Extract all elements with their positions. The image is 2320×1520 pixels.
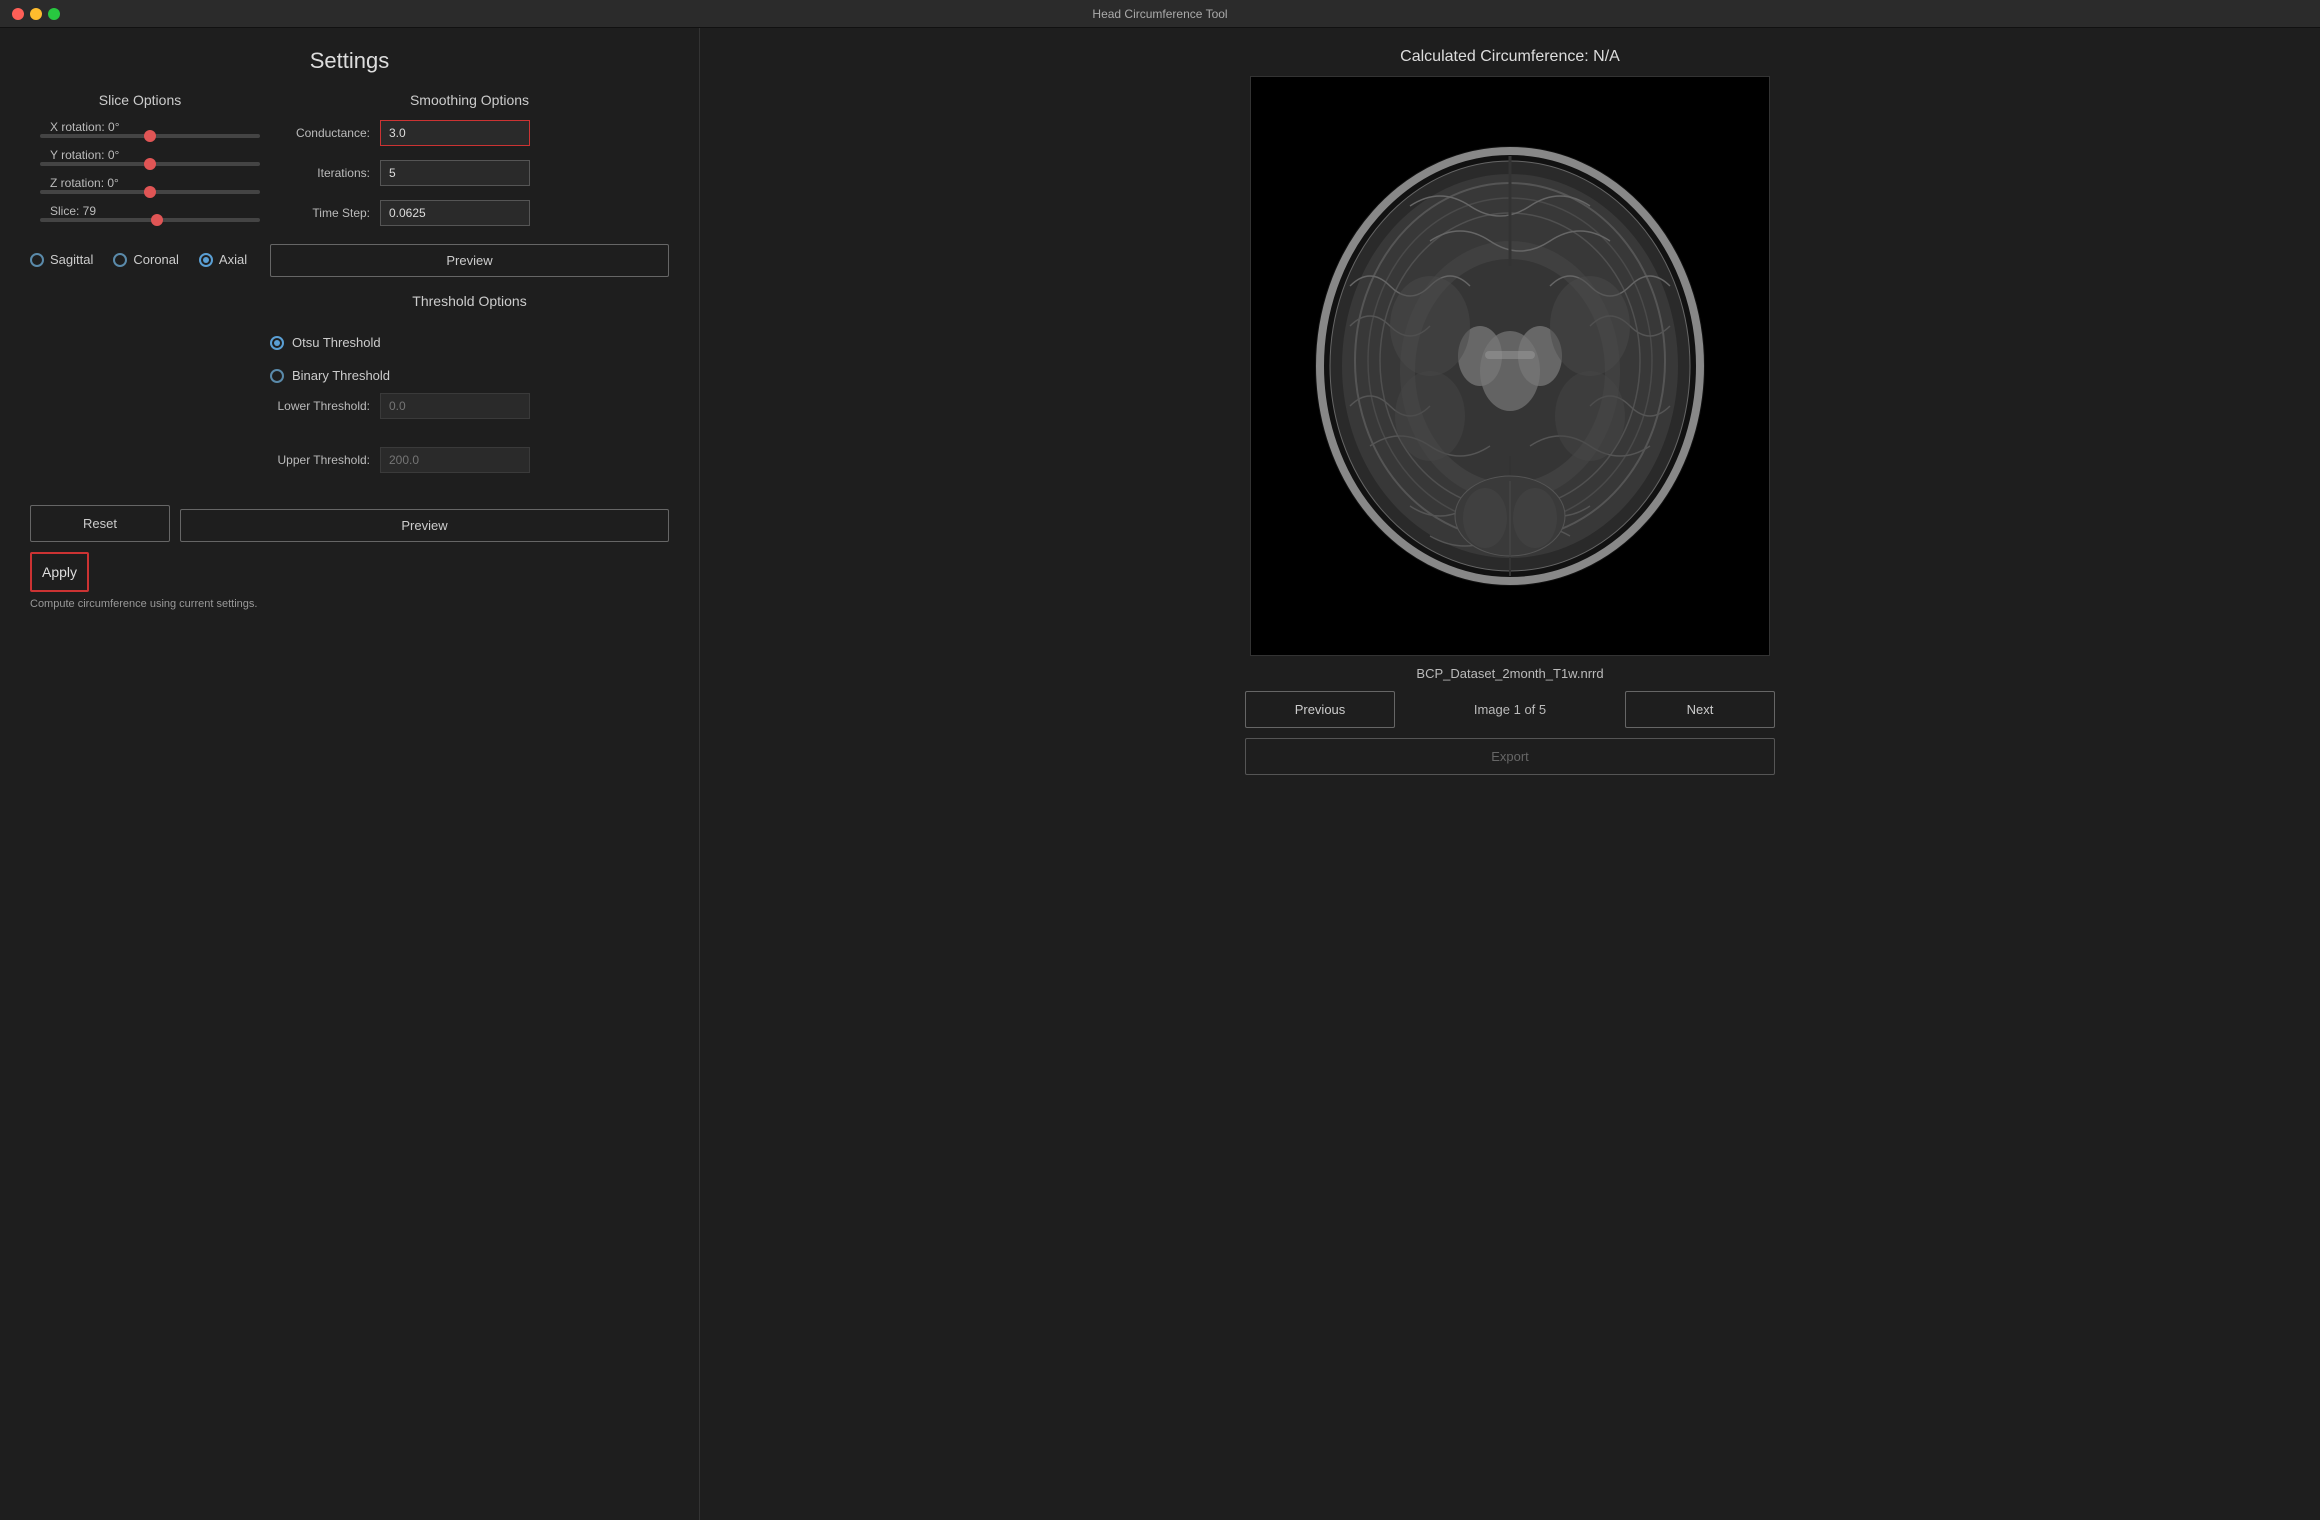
upper-threshold-input[interactable] bbox=[380, 447, 530, 473]
otsu-radio[interactable] bbox=[270, 336, 284, 350]
slice-section: X rotation: 0° Y rotation: 0° Z rotation… bbox=[30, 120, 250, 222]
timestep-row: Time Step: bbox=[270, 200, 669, 226]
traffic-lights bbox=[12, 8, 60, 20]
smoothing-title: Smoothing Options bbox=[270, 92, 669, 108]
coronal-label: Coronal bbox=[133, 252, 179, 267]
iterations-label: Iterations: bbox=[270, 166, 370, 180]
slice-options-title: Slice Options bbox=[30, 92, 250, 108]
otsu-label: Otsu Threshold bbox=[292, 335, 381, 350]
timestep-label: Time Step: bbox=[270, 206, 370, 220]
right-panel: Calculated Circumference: N/A bbox=[700, 28, 2320, 1520]
upper-threshold-row: Upper Threshold: bbox=[270, 447, 669, 473]
orientation-options: Sagittal Coronal Axial bbox=[30, 252, 250, 267]
left-panel: Settings Slice Options X rotation: 0° Y … bbox=[0, 28, 700, 1520]
slice-label: Slice: 79 bbox=[50, 204, 96, 218]
slider-item-x: X rotation: 0° bbox=[40, 120, 240, 138]
timestep-input[interactable] bbox=[380, 200, 530, 226]
titlebar: Head Circumference Tool bbox=[0, 0, 2320, 28]
y-rotation-thumb bbox=[144, 158, 156, 170]
binary-radio[interactable] bbox=[270, 369, 284, 383]
z-rotation-label: Z rotation: 0° bbox=[50, 176, 119, 190]
x-rotation-slider[interactable] bbox=[40, 134, 260, 138]
status-text: Compute circumference using current sett… bbox=[30, 598, 669, 610]
axial-radio[interactable] bbox=[199, 253, 213, 267]
navigation-row: Previous Image 1 of 5 Next bbox=[1245, 691, 1775, 728]
dataset-label: BCP_Dataset_2month_T1w.nrrd bbox=[1416, 666, 1603, 681]
binary-radio-row: Binary Threshold bbox=[270, 368, 669, 383]
previous-button[interactable]: Previous bbox=[1245, 691, 1395, 728]
conductance-input[interactable] bbox=[380, 120, 530, 146]
close-button[interactable] bbox=[12, 8, 24, 20]
threshold-title: Threshold Options bbox=[270, 293, 669, 309]
conductance-label: Conductance: bbox=[270, 126, 370, 140]
slider-item-z: Z rotation: 0° bbox=[40, 176, 240, 194]
next-button[interactable]: Next bbox=[1625, 691, 1775, 728]
lower-threshold-row: Lower Threshold: bbox=[270, 393, 669, 419]
otsu-radio-row: Otsu Threshold bbox=[270, 335, 669, 350]
slice-options: Slice Options X rotation: 0° Y rotation:… bbox=[30, 92, 250, 267]
axial-label: Axial bbox=[219, 252, 247, 267]
orientation-sagittal[interactable]: Sagittal bbox=[30, 252, 93, 267]
smoothing-preview-button[interactable]: Preview bbox=[270, 244, 669, 277]
upper-threshold-label: Upper Threshold: bbox=[270, 453, 370, 467]
preview-reset-row: Reset Preview bbox=[30, 505, 669, 542]
export-button[interactable]: Export bbox=[1245, 738, 1775, 775]
z-rotation-slider[interactable] bbox=[40, 190, 260, 194]
top-section: Slice Options X rotation: 0° Y rotation:… bbox=[30, 92, 669, 487]
sagittal-label: Sagittal bbox=[50, 252, 93, 267]
smoothing-options: Smoothing Options Conductance: Iteration… bbox=[270, 92, 669, 487]
threshold-options: Threshold Options Otsu Threshold Binary … bbox=[270, 293, 669, 473]
orientation-coronal[interactable]: Coronal bbox=[113, 252, 179, 267]
app-title: Head Circumference Tool bbox=[1092, 7, 1227, 21]
settings-title: Settings bbox=[30, 48, 669, 74]
slice-thumb bbox=[151, 214, 163, 226]
bottom-controls: Reset Preview Apply Compute circumferenc… bbox=[30, 497, 669, 610]
slice-slider[interactable] bbox=[40, 218, 260, 222]
iterations-row: Iterations: bbox=[270, 160, 669, 186]
iterations-input[interactable] bbox=[380, 160, 530, 186]
threshold-preview-button[interactable]: Preview bbox=[180, 509, 669, 542]
sagittal-radio[interactable] bbox=[30, 253, 44, 267]
apply-button[interactable]: Apply bbox=[30, 552, 89, 592]
binary-label: Binary Threshold bbox=[292, 368, 390, 383]
lower-threshold-label: Lower Threshold: bbox=[270, 399, 370, 413]
slider-item-slice: Slice: 79 bbox=[40, 204, 240, 222]
x-rotation-label: X rotation: 0° bbox=[50, 120, 120, 134]
main-layout: Settings Slice Options X rotation: 0° Y … bbox=[0, 28, 2320, 1520]
x-rotation-thumb bbox=[144, 130, 156, 142]
coronal-radio[interactable] bbox=[113, 253, 127, 267]
image-counter: Image 1 of 5 bbox=[1405, 702, 1615, 717]
reset-button[interactable]: Reset bbox=[30, 505, 170, 542]
maximize-button[interactable] bbox=[48, 8, 60, 20]
y-rotation-label: Y rotation: 0° bbox=[50, 148, 119, 162]
lower-threshold-input[interactable] bbox=[380, 393, 530, 419]
conductance-row: Conductance: bbox=[270, 120, 669, 146]
brain-mri-svg bbox=[1270, 86, 1750, 646]
y-rotation-slider[interactable] bbox=[40, 162, 260, 166]
circumference-title: Calculated Circumference: N/A bbox=[1400, 48, 1620, 66]
minimize-button[interactable] bbox=[30, 8, 42, 20]
z-rotation-thumb bbox=[144, 186, 156, 198]
slider-item-y: Y rotation: 0° bbox=[40, 148, 240, 166]
orientation-axial[interactable]: Axial bbox=[199, 252, 247, 267]
mri-view bbox=[1250, 76, 1770, 656]
